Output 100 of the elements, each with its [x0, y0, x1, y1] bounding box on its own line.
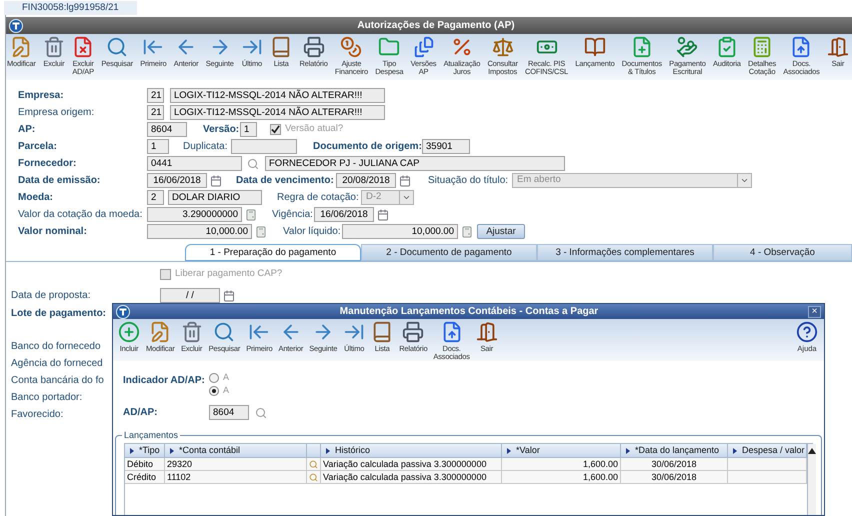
text-field[interactable]: 21 [147, 88, 164, 103]
table-cell: Variação calculada passiva 3.300000000 [321, 458, 502, 470]
triangle-icon [733, 448, 737, 454]
text-field[interactable]: / / [160, 288, 220, 303]
search-icon[interactable] [255, 406, 267, 418]
table-cell: Débito [125, 458, 165, 470]
text-field[interactable]: 1 [240, 122, 257, 137]
tab[interactable]: 2 - Documento de pagamento [361, 244, 537, 261]
field-label: Data de vencimento: [236, 174, 335, 188]
text-field[interactable]: 10,000.00 [147, 224, 252, 239]
table-cell: 1,600.00 [502, 471, 621, 483]
column-header[interactable]: *Data do lançamento [621, 444, 728, 457]
calendar-icon[interactable] [399, 174, 411, 186]
folder-icon [378, 36, 400, 58]
table-cell: 30/06/2018 [621, 471, 728, 483]
field-label: Data de proposta: [11, 289, 92, 303]
printer-icon [302, 36, 325, 58]
calculator-icon[interactable] [245, 208, 257, 220]
field-label: Lote de pagamento: [11, 306, 108, 320]
book-icon [270, 36, 292, 58]
text-field[interactable]: 8604 [209, 405, 249, 420]
search-icon[interactable] [247, 158, 259, 170]
triangle-icon [326, 448, 330, 454]
text-field[interactable]: 35901 [422, 139, 470, 154]
calendar-icon[interactable] [377, 208, 389, 220]
text-field[interactable] [231, 139, 297, 154]
search-icon[interactable] [309, 472, 318, 482]
trash-icon [42, 36, 65, 58]
text-field[interactable]: 16/06/2018 [314, 207, 374, 222]
text-field[interactable]: 21 [147, 105, 164, 120]
tab[interactable]: 3 - Informações complementares [537, 244, 713, 261]
search-icon[interactable] [309, 460, 318, 468]
table-cell: 29320 [165, 458, 307, 470]
text-field[interactable]: 3.290000000 [147, 207, 242, 222]
document-upload-icon [790, 36, 812, 58]
text-field[interactable]: DOLAR DIARIO [168, 190, 262, 205]
text-field[interactable]: 8604 [147, 122, 187, 137]
text-field[interactable]: FORNECEDOR PJ - JULIANA CAP [265, 156, 565, 171]
scrollbar[interactable] [807, 444, 816, 515]
field-label: Conta bancária do fo [11, 374, 105, 388]
text-field[interactable]: 1 [147, 139, 169, 154]
field-label: Banco portador: [11, 391, 84, 405]
trash-icon [180, 321, 203, 343]
help-icon [796, 321, 818, 343]
table-cell: Variação calculada passiva 3.300000000 [321, 471, 502, 483]
text-field[interactable]: 16/06/2018 [147, 173, 207, 188]
door-icon [826, 36, 849, 58]
door-icon [476, 321, 498, 343]
app-logo-icon [9, 18, 23, 32]
calendar-icon[interactable] [210, 174, 222, 186]
scale-icon [492, 36, 514, 58]
scroll-up-arrow-icon[interactable] [808, 448, 816, 454]
checkbox-label: Versão atual? [285, 122, 344, 136]
tab[interactable]: 1 - Preparação do pagamento [185, 244, 361, 261]
column-header[interactable]: *Valor [502, 444, 621, 457]
table-cell: Crédito [125, 471, 165, 483]
field-label: Favorecido: [11, 408, 64, 422]
calendar-icon[interactable] [223, 290, 235, 302]
table-cell: 11102 [165, 471, 307, 483]
book-icon [371, 321, 394, 343]
text-field[interactable]: LOGIX-TI12-MSSQL-2014 NÃO ALTERAR!!! [170, 105, 385, 120]
field-label: Versão: [203, 123, 240, 137]
search-icon [213, 321, 236, 343]
open-book-icon [584, 36, 606, 58]
field-label: Moeda: [18, 191, 54, 205]
field-label: Empresa origem: [18, 106, 96, 120]
printer-icon [402, 321, 424, 343]
radio-button[interactable] [209, 373, 219, 383]
field-label: Vigência: [272, 208, 314, 222]
column-header[interactable]: *Conta contábil [165, 444, 307, 457]
table-cell: 30/06/2018 [621, 458, 728, 470]
field-label: AP: [18, 123, 36, 137]
text-field[interactable]: 2 [147, 190, 164, 205]
document-tab[interactable]: FIN30058:lg991958/21 [4, 1, 137, 15]
text-field[interactable]: 20/08/2018 [336, 173, 396, 188]
triangle-icon [507, 448, 511, 454]
table-cell: 1,600.00 [502, 458, 621, 470]
text-field[interactable]: 0441 [147, 156, 242, 171]
calculator-icon[interactable] [255, 226, 267, 238]
tab[interactable]: 4 - Observação [713, 244, 852, 261]
radio-button[interactable] [209, 386, 219, 396]
hand-coins-icon [676, 36, 698, 58]
field-label: Empresa: [18, 89, 65, 103]
group-title: Lançamentos [122, 429, 180, 441]
triangle-icon [170, 448, 174, 454]
column-header[interactable]: Histórico [321, 444, 502, 457]
adjust-button[interactable]: Ajustar [477, 224, 525, 239]
triangle-icon [130, 448, 134, 454]
column-header[interactable]: *Tipo [125, 444, 165, 457]
plus-icon [118, 321, 140, 343]
field-label: Situação do título: [428, 174, 510, 188]
field-label: Valor nominal: [18, 225, 88, 239]
text-field[interactable]: LOGIX-TI12-MSSQL-2014 NÃO ALTERAR!!! [170, 88, 385, 103]
close-button[interactable]: × [808, 306, 821, 318]
calculator-icon [751, 36, 774, 58]
field-label: Indicador AD/AP: [123, 374, 206, 388]
checkbox-label: Liberar pagamento CAP? [175, 266, 282, 281]
calculator-icon[interactable] [461, 226, 473, 238]
text-field[interactable]: 10,000.00 [342, 224, 458, 239]
documents-icon [412, 36, 434, 58]
